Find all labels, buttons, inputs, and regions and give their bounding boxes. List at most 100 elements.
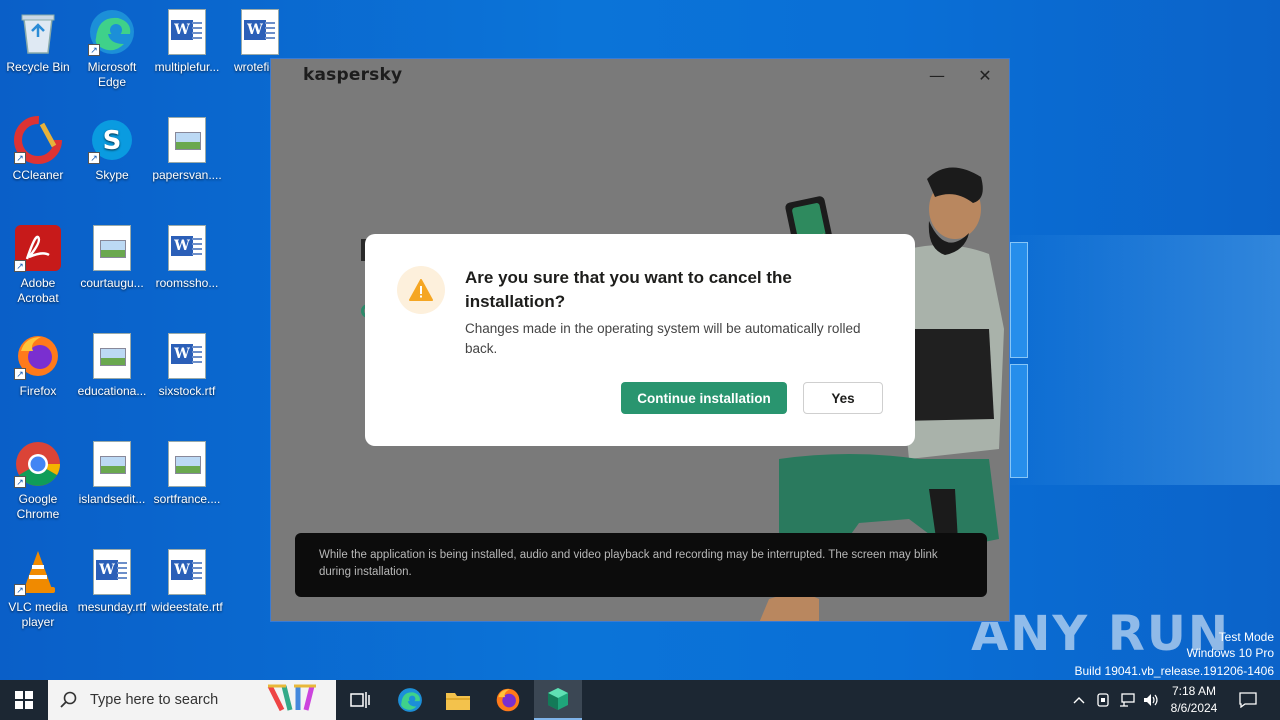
continue-installation-button[interactable]: Continue installation [621,382,787,414]
taskbar-firefox[interactable] [484,680,532,720]
minimize-button[interactable]: — [923,65,951,87]
desktop-icon-roomssho[interactable]: W roomssho... [149,224,225,291]
search-placeholder: Type here to search [90,692,219,708]
desktop-icon-sixstock[interactable]: W sixstock.rtf [149,332,225,399]
task-view-button[interactable] [336,680,384,720]
taskbar: Type here to search 7:18 AM 8/6/2024 [0,680,1280,720]
network-icon [1120,693,1135,707]
clock-time: 7:18 AM [1171,684,1217,698]
cancel-confirmation-dialog: Are you sure that you want to cancel the… [365,234,915,446]
task-view-icon [350,692,370,708]
desktop-icon-label: Google Chrome [16,492,60,521]
volume-button[interactable] [1140,680,1162,720]
desktop-icon-label: Firefox [19,384,57,398]
desktop-icon-label: islandsedit... [78,492,146,506]
folder-icon [446,693,470,710]
windows-logo-glow [1000,235,1280,485]
image-file-icon [163,440,211,488]
word-document-icon: W [163,224,211,272]
image-file-icon [88,332,136,380]
network-button[interactable] [1116,680,1138,720]
build-label: Build 19041.vb_release.191206-1406 [1074,664,1275,678]
word-document-icon: W [163,8,211,56]
taskbar-edge[interactable] [386,680,434,720]
desktop-icon-firefox[interactable]: ↗ Firefox [0,332,76,399]
chevron-up-icon [1073,697,1085,704]
desktop-icon-label: mesunday.rtf [77,600,147,614]
desktop-icon-label: papersvan.... [152,168,222,182]
desktop-icon-label: educationa... [77,384,147,398]
os-edition-label: Windows 10 Pro [1186,646,1274,660]
desktop-icon-papersvan[interactable]: papersvan.... [149,116,225,183]
desktop-icon-multiplefur[interactable]: W multiplefur... [149,8,225,75]
speaker-icon [1144,694,1158,706]
desktop-icon-educationa[interactable]: educationa... [74,332,150,399]
windows-logo-pane [1010,242,1028,358]
desktop-icon-label: Skype [95,168,129,182]
ccleaner-icon: ↗ [14,116,62,164]
installation-notice: While the application is being installed… [295,533,987,597]
desktop-icon-mesunday[interactable]: W mesunday.rtf [74,548,150,615]
close-button[interactable]: ✕ [971,65,999,87]
desktop-icon-recycle-bin[interactable]: Recycle Bin [0,8,76,75]
tray-device-icon-button[interactable] [1092,680,1114,720]
desktop-icon-label: VLC media player [8,600,68,629]
image-file-icon [163,116,211,164]
dialog-title: Are you sure that you want to cancel the… [465,268,792,311]
dialog-message: Changes made in the operating system wil… [465,321,861,356]
desktop-icon-label: sixstock.rtf [158,384,216,398]
edge-icon: ↗ [88,8,136,56]
word-document-icon: W [163,332,211,380]
word-document-icon: W [88,548,136,596]
desktop-icon-label: Recycle Bin [6,60,70,74]
desktop-icon-wideestate[interactable]: W wideestate.rtf [149,548,225,615]
desktop-icon-label: roomssho... [155,276,219,290]
skype-icon: S ↗ [88,116,136,164]
adobe-acrobat-icon: ↗ [14,224,62,272]
desktop-icon-label: multiplefur... [154,60,220,74]
desktop-icon-courtaugu[interactable]: courtaugu... [74,224,150,291]
desktop-icon-vlc[interactable]: ↗ VLC media player [0,548,76,630]
chrome-icon: ↗ [14,440,62,488]
search-icon [60,691,77,708]
desktop-icon-microsoft-edge[interactable]: ↗ Microsoft Edge [74,8,150,90]
desktop-icon-skype[interactable]: S ↗ Skype [74,116,150,183]
vlc-cone-icon: ↗ [14,548,62,596]
edge-icon [398,688,422,712]
test-mode-label: Test Mode [1218,630,1274,644]
show-hidden-icons-button[interactable] [1068,680,1090,720]
desktop-icon-islandsedit[interactable]: islandsedit... [74,440,150,507]
firefox-icon [496,688,520,712]
windows-start-icon [15,691,33,709]
yes-button[interactable]: Yes [803,382,883,414]
warning-icon [397,266,445,314]
word-document-icon: W [163,548,211,596]
taskbar-file-explorer[interactable] [434,680,482,720]
desktop-icon-label: courtaugu... [80,276,144,290]
paint-brushes-icon [267,684,316,712]
taskbar-kaspersky-installer[interactable] [534,680,582,720]
word-document-icon: W [236,8,284,56]
desktop-icon-adobe-acrobat[interactable]: ↗ Adobe Acrobat [0,224,76,306]
desktop-icon-label: Microsoft Edge [87,60,137,89]
recycle-bin-icon [14,8,62,56]
desktop-icon-ccleaner[interactable]: ↗ CCleaner [0,116,76,183]
desktop-icon-sortfrance[interactable]: sortfrance.... [149,440,225,507]
taskbar-clock[interactable]: 7:18 AM 8/6/2024 [1164,683,1224,717]
desktop-icon-label: wideestate.rtf [151,600,223,614]
windows-logo-pane [1010,364,1028,478]
desktop-icon-label: sortfrance.... [153,492,221,506]
desktop-icon-label: CCleaner [12,168,64,182]
taskbar-search-box[interactable]: Type here to search [48,680,336,720]
image-file-icon [88,224,136,272]
notification-icon [1239,692,1257,708]
kaspersky-logo: kaspersky [303,65,403,85]
image-file-icon [88,440,136,488]
action-center-button[interactable] [1234,680,1262,720]
desktop-icon-label: Adobe Acrobat [17,276,59,305]
desktop-icon-google-chrome[interactable]: ↗ Google Chrome [0,440,76,522]
usb-device-icon [1097,693,1109,707]
kaspersky-cube-icon [548,688,568,710]
start-button[interactable] [0,680,48,720]
clock-date: 8/6/2024 [1170,701,1218,715]
